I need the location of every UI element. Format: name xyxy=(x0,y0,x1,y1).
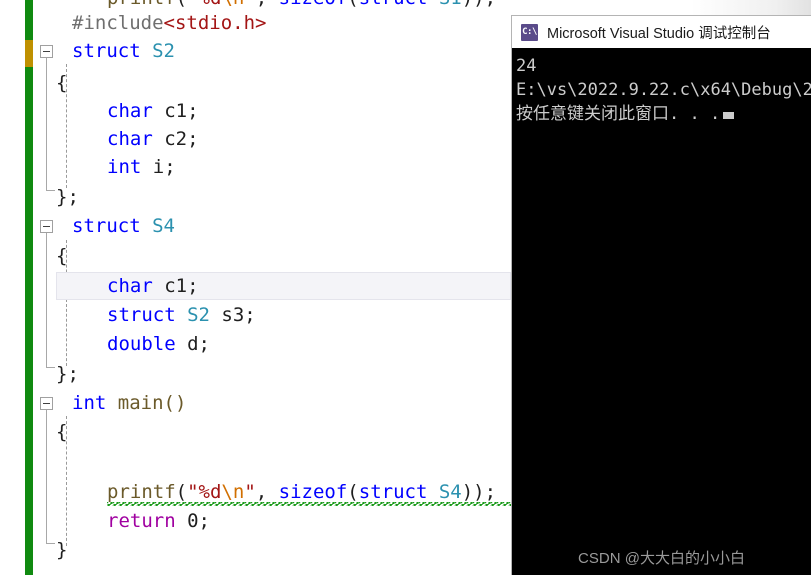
debug-console-window[interactable]: C:\ Microsoft Visual Studio 调试控制台 24 E:\… xyxy=(511,15,811,575)
code-token: #include xyxy=(72,12,164,34)
code-token: ( xyxy=(175,481,188,503)
code-line[interactable]: { xyxy=(56,71,67,96)
code-token: )); xyxy=(461,481,497,503)
outline-collapse-main[interactable] xyxy=(40,397,53,410)
csdn-watermark: CSDN @大大白的小小白 xyxy=(578,550,745,567)
code-token: struct xyxy=(72,215,153,237)
console-output-line: E:\vs\2022.9.22.c\x64\Debug\20 xyxy=(516,80,811,100)
code-token: struct xyxy=(107,304,188,326)
outline-bracket-s4 xyxy=(46,233,47,367)
change-bar-modified xyxy=(25,40,33,67)
code-token: \n xyxy=(221,481,245,503)
code-token: char xyxy=(107,275,165,297)
code-token: S4 xyxy=(438,481,462,503)
code-line[interactable]: char c2; xyxy=(107,127,199,152)
code-token: struct xyxy=(72,40,153,62)
code-token: { xyxy=(56,245,68,267)
code-token: char xyxy=(107,128,165,150)
code-line[interactable]: } xyxy=(56,538,67,563)
outline-bracket-foot-s4 xyxy=(46,367,55,368)
code-line[interactable]: struct S2 s3; xyxy=(107,303,256,328)
code-token: s3; xyxy=(221,304,256,326)
error-squiggle-underline xyxy=(107,502,511,506)
console-app-icon: C:\ xyxy=(521,23,538,41)
outline-bracket-main xyxy=(46,410,47,543)
code-token: S2 xyxy=(187,304,222,326)
code-token: i; xyxy=(152,156,176,178)
console-cursor xyxy=(723,112,735,119)
code-line[interactable]: double d; xyxy=(107,332,210,357)
code-token: { xyxy=(56,421,68,443)
code-token: main() xyxy=(117,392,187,414)
console-output-area[interactable]: 24 E:\vs\2022.9.22.c\x64\Debug\20 按任意键关闭… xyxy=(512,48,811,575)
code-line[interactable]: { xyxy=(56,244,67,269)
code-token: c2; xyxy=(164,128,199,150)
code-token: { xyxy=(56,72,68,94)
code-token: return xyxy=(107,510,188,532)
outline-collapse-struct-s2[interactable] xyxy=(40,45,53,58)
outline-bracket-s2 xyxy=(46,58,47,190)
code-token: int xyxy=(107,156,153,178)
code-token: " xyxy=(244,481,256,503)
code-token: int xyxy=(72,392,118,414)
code-token: char xyxy=(107,100,165,122)
code-line[interactable]: char c1; xyxy=(107,274,199,299)
code-token: double xyxy=(107,333,188,355)
change-bar-green xyxy=(25,0,33,575)
code-token: "%d xyxy=(187,481,222,503)
code-line[interactable]: struct S4 xyxy=(72,214,175,239)
code-line[interactable]: char c1; xyxy=(107,99,199,124)
console-prompt-text: 按任意键关闭此窗口. . . xyxy=(516,104,721,124)
code-token: c1; xyxy=(164,275,199,297)
code-token: printf xyxy=(107,481,176,503)
clipped-top-code-text: printf("%d\n", sizeof(struct S1)); xyxy=(0,0,496,11)
code-token: <stdio.h> xyxy=(163,12,267,34)
code-line[interactable]: { xyxy=(56,420,67,445)
code-token: 0; xyxy=(187,510,210,532)
code-token: struct xyxy=(358,481,439,503)
code-line[interactable]: struct S2 xyxy=(72,39,175,64)
code-line[interactable]: int i; xyxy=(107,155,176,180)
code-token: , xyxy=(255,481,279,503)
console-title-bar[interactable]: C:\ Microsoft Visual Studio 调试控制台 xyxy=(512,16,811,48)
code-line[interactable]: }; xyxy=(56,362,79,387)
code-token: S4 xyxy=(152,215,175,237)
code-token: } xyxy=(56,539,68,561)
outline-bracket-foot-main xyxy=(46,543,55,544)
code-line[interactable]: int main() xyxy=(72,391,186,416)
code-line[interactable]: }; xyxy=(56,185,79,210)
screenshot-root: printf("%d\n", sizeof(struct S1)); #incl… xyxy=(0,0,811,575)
code-token: }; xyxy=(56,363,79,385)
outline-collapse-struct-s4[interactable] xyxy=(40,220,53,233)
code-token: c1; xyxy=(164,100,199,122)
console-output-line: 24 xyxy=(516,56,537,76)
console-title-text: Microsoft Visual Studio 调试控制台 xyxy=(547,25,771,42)
code-token: sizeof xyxy=(278,481,348,503)
clipped-top-code-row: printf("%d\n", sizeof(struct S1)); xyxy=(0,0,511,11)
code-token: }; xyxy=(56,186,79,208)
outline-bracket-foot-s2 xyxy=(46,190,55,191)
code-line[interactable]: return 0; xyxy=(107,509,210,534)
code-token: d; xyxy=(187,333,210,355)
code-line[interactable]: #include<stdio.h> xyxy=(72,11,266,36)
code-token: ( xyxy=(347,481,359,503)
code-token: S2 xyxy=(152,40,175,62)
console-output-line: 按任意键关闭此窗口. . . xyxy=(516,102,811,126)
